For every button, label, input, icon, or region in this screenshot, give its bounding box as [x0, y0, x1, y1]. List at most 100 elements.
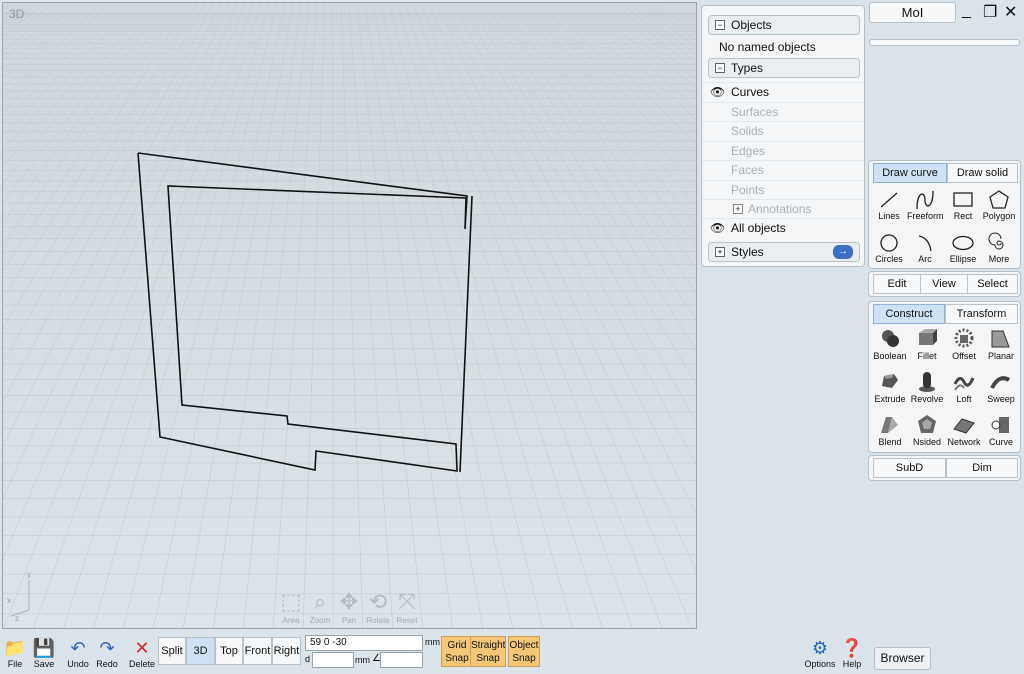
extrude-tool[interactable]: Extrude [872, 370, 908, 404]
delete-icon: ✕ [134, 638, 150, 658]
type-curves[interactable]: 👁 Curves [702, 82, 864, 101]
revolve-tool[interactable]: Revolve [909, 370, 945, 404]
curve-object[interactable] [3, 3, 697, 629]
tab-edit[interactable]: Edit [873, 274, 921, 294]
boolean-tool[interactable]: Boolean [872, 327, 908, 361]
file-button[interactable]: 📁 File [2, 637, 28, 669]
redo-button[interactable]: ↷ Redo [94, 637, 120, 669]
viewport-label: 3D [9, 7, 25, 21]
nsided-icon [918, 415, 936, 433]
type-solids[interactable]: Solids [702, 121, 864, 140]
save-button[interactable]: 💾 Save [31, 637, 57, 669]
boolean-icon [882, 330, 899, 347]
sweep-tool[interactable]: Sweep [983, 370, 1019, 404]
nsided-tool[interactable]: Nsided [909, 413, 945, 447]
rect-tool[interactable]: Rect [945, 189, 981, 221]
distance-unit: mm [355, 655, 370, 665]
help-button[interactable]: ❓ Help [838, 637, 866, 669]
polygon-tool[interactable]: Polygon [981, 189, 1017, 221]
angle-input[interactable] [380, 652, 423, 668]
help-icon: ❓ [840, 638, 864, 658]
construct-panel: Construct Transform Boolean Fillet Offset P… [868, 301, 1021, 453]
redo-icon: ↷ [99, 638, 115, 658]
loft-icon [953, 377, 975, 391]
type-surfaces[interactable]: Surfaces [702, 102, 864, 121]
loft-tool[interactable]: Loft [946, 370, 982, 404]
object-snap-toggle[interactable]: Object Snap [508, 636, 540, 667]
view-right-button[interactable]: Right [272, 637, 301, 665]
type-all-objects[interactable]: 👁 All objects [702, 218, 864, 237]
tab-construct[interactable]: Construct [873, 304, 945, 324]
draw-panel: Draw curve Draw solid Lines Freeform Rec… [868, 160, 1021, 269]
tab-transform[interactable]: Transform [945, 304, 1018, 324]
spiral-icon [988, 232, 1004, 250]
fillet-tool[interactable]: Fillet [909, 327, 945, 361]
objects-header[interactable]: − Objects [708, 15, 860, 35]
blend-tool[interactable]: Blend [872, 413, 908, 447]
edit-tabs: Edit View Select [868, 271, 1021, 297]
delete-button[interactable]: ✕ Delete [128, 637, 156, 669]
gear-icon: ⚙ [811, 638, 829, 658]
undo-icon: ↶ [70, 638, 86, 658]
view-front-button[interactable]: Front [243, 637, 272, 665]
circles-tool[interactable]: Circles [871, 232, 907, 264]
type-annotations[interactable]: + Annotations [702, 199, 864, 218]
planar-tool[interactable]: Planar [983, 327, 1019, 361]
lines-tool[interactable]: Lines [871, 189, 907, 221]
ellipse-tool[interactable]: Ellipse [945, 232, 981, 264]
rectangle-icon [953, 192, 973, 207]
ellipse-icon [952, 235, 974, 251]
straight-snap-toggle[interactable]: Straight Snap [470, 636, 506, 667]
network-tool[interactable]: Network [946, 413, 982, 447]
tab-draw-solid[interactable]: Draw solid [947, 163, 1018, 183]
grid-snap-toggle[interactable]: Grid Snap [441, 636, 473, 667]
styles-header[interactable]: + Styles → [708, 242, 860, 262]
undo-button[interactable]: ↶ Undo [65, 637, 91, 669]
no-named-objects: No named objects [719, 40, 816, 54]
close-button[interactable]: ✕ [1004, 2, 1017, 22]
view-top-button[interactable]: Top [215, 637, 243, 665]
sweep-icon [990, 376, 1011, 389]
freeform-tool[interactable]: Freeform [907, 189, 944, 221]
network-icon [953, 418, 975, 434]
type-points[interactable]: Points [702, 180, 864, 199]
circle-icon [880, 234, 898, 252]
browser-button[interactable]: Browser [874, 647, 931, 670]
options-button[interactable]: ⚙ Options [804, 637, 836, 669]
tab-subd[interactable]: SubD [873, 458, 946, 478]
axis-indicator: y x z [7, 570, 31, 623]
extrude-icon [882, 374, 898, 388]
eye-icon: 👁 [710, 85, 726, 99]
view-3d-button[interactable]: 3D [186, 637, 215, 665]
app-name: MoI [869, 2, 956, 23]
3d-viewport[interactable]: 3D y x z ⬚ Area ⌕ Zoom ✥ Pan ⟲ Rotate ⤧ Reset [2, 2, 697, 629]
types-header[interactable]: − Types [708, 58, 860, 78]
polygon-icon [989, 190, 1009, 209]
type-edges[interactable]: Edges [702, 141, 864, 160]
minimize-button[interactable]: _ [962, 2, 971, 20]
tab-draw-curve[interactable]: Draw curve [873, 163, 947, 183]
offset-tool[interactable]: Offset [946, 327, 982, 361]
maximize-button[interactable]: ❐ [983, 2, 997, 22]
line-icon [880, 192, 898, 208]
folder-icon: 📁 [3, 638, 27, 658]
curve-icon [991, 417, 1009, 433]
distance-label: d [305, 654, 311, 664]
arrow-right-icon: → [833, 245, 853, 259]
coordinate-input[interactable]: 59 0 -30 [305, 635, 423, 651]
planar-icon [991, 330, 1010, 348]
view-split-button[interactable]: Split [158, 637, 186, 665]
revolve-icon [919, 372, 935, 392]
reset-view-tool[interactable]: ⤧ Reset [389, 588, 425, 625]
distance-input[interactable] [312, 652, 354, 668]
curve-tool[interactable]: Curve [983, 413, 1019, 447]
type-faces[interactable]: Faces [702, 160, 864, 179]
save-icon: 💾 [32, 638, 56, 658]
more-tool[interactable]: More [981, 232, 1017, 264]
tab-select[interactable]: Select [967, 274, 1018, 294]
tab-view[interactable]: View [920, 274, 968, 294]
freeform-icon [916, 190, 934, 210]
tab-dim[interactable]: Dim [946, 458, 1018, 478]
progress-bar [869, 39, 1020, 46]
arc-tool[interactable]: Arc [907, 232, 943, 264]
